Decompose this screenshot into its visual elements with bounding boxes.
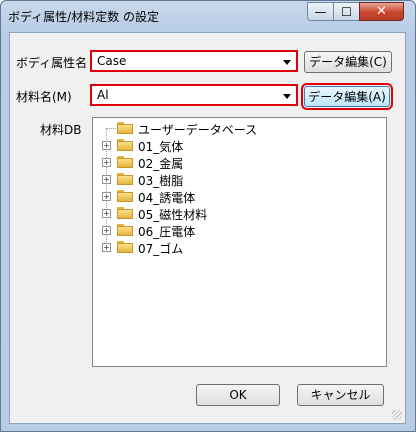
folder-icon xyxy=(117,139,133,151)
dialog-window: ボディ属性/材料定数 の設定 — ☐ ✕ ボディ属性名 Case データ編集(C… xyxy=(0,0,416,432)
material-db-label: 材料DB xyxy=(40,123,82,137)
window-title: ボディ属性/材料定数 の設定 xyxy=(8,10,160,24)
tree-node-dielectric[interactable]: + 04_誘電体 xyxy=(93,188,383,205)
tree-node-magnetic[interactable]: + 05_磁性材料 xyxy=(93,205,383,222)
chevron-down-icon xyxy=(283,94,291,99)
chevron-down-icon xyxy=(283,60,291,65)
tree-node-resin[interactable]: + 03_樹脂 xyxy=(93,171,383,188)
tree-node-label: 03_樹脂 xyxy=(138,174,184,188)
close-icon: ✕ xyxy=(376,4,387,19)
material-db-tree[interactable]: ユーザーデータベース + 01_気体 + 02_金属 + 03_樹脂 + 04_… xyxy=(92,117,387,367)
edit-body-attr-button[interactable]: データ編集(C) xyxy=(304,51,392,73)
cancel-button[interactable]: キャンセル xyxy=(297,384,384,406)
folder-icon xyxy=(117,190,133,202)
resize-grip[interactable] xyxy=(392,410,402,420)
tree-node-gas[interactable]: + 01_気体 xyxy=(93,137,383,154)
tree-node-label: 05_磁性材料 xyxy=(138,208,208,222)
material-label: 材料名(M) xyxy=(16,90,72,104)
folder-icon xyxy=(117,207,133,219)
maximize-button[interactable]: ☐ xyxy=(333,2,360,21)
tree-node-label: 01_気体 xyxy=(138,140,184,154)
folder-icon xyxy=(117,156,133,168)
material-combo[interactable]: Al xyxy=(90,84,298,106)
tree-node-label: 04_誘電体 xyxy=(138,191,196,205)
edit-material-label: データ編集(A) xyxy=(308,90,386,104)
dialog-client: ボディ属性名 Case データ編集(C) 材料名(M) Al データ編集(A) … xyxy=(9,32,406,424)
close-button[interactable]: ✕ xyxy=(359,2,404,21)
expand-icon[interactable]: + xyxy=(102,226,111,235)
tree-node-label: ユーザーデータベース xyxy=(138,123,258,137)
edit-material-button[interactable]: データ編集(A) xyxy=(301,83,393,110)
body-attr-value: Case xyxy=(97,54,127,68)
minimize-icon: — xyxy=(314,5,327,19)
expand-icon[interactable]: + xyxy=(102,209,111,218)
edit-body-attr-label: データ編集(C) xyxy=(309,55,387,69)
minimize-button[interactable]: — xyxy=(307,2,334,21)
tree-node-user-db[interactable]: ユーザーデータベース xyxy=(93,120,383,137)
folder-icon xyxy=(117,241,133,253)
expand-icon[interactable]: + xyxy=(102,192,111,201)
folder-icon xyxy=(117,173,133,185)
tree-node-piezo[interactable]: + 06_圧電体 xyxy=(93,222,383,239)
folder-icon xyxy=(117,122,133,134)
tree-node-label: 07_ゴム xyxy=(138,242,184,256)
expand-icon[interactable]: + xyxy=(102,243,111,252)
title-bar[interactable]: ボディ属性/材料定数 の設定 — ☐ ✕ xyxy=(1,1,415,31)
expand-icon[interactable]: + xyxy=(102,141,111,150)
tree-node-metal[interactable]: + 02_金属 xyxy=(93,154,383,171)
tree-node-label: 02_金属 xyxy=(138,157,184,171)
ok-button[interactable]: OK xyxy=(196,384,280,406)
body-attr-combo[interactable]: Case xyxy=(90,50,298,72)
tree-node-rubber[interactable]: + 07_ゴム xyxy=(93,239,383,256)
folder-icon xyxy=(117,224,133,236)
material-value: Al xyxy=(97,88,109,102)
expand-icon[interactable]: + xyxy=(102,158,111,167)
expand-icon[interactable]: + xyxy=(102,175,111,184)
body-attr-label: ボディ属性名 xyxy=(16,56,88,70)
ok-label: OK xyxy=(229,388,247,402)
maximize-icon: ☐ xyxy=(341,5,352,19)
tree-node-label: 06_圧電体 xyxy=(138,225,196,239)
cancel-label: キャンセル xyxy=(310,388,371,402)
